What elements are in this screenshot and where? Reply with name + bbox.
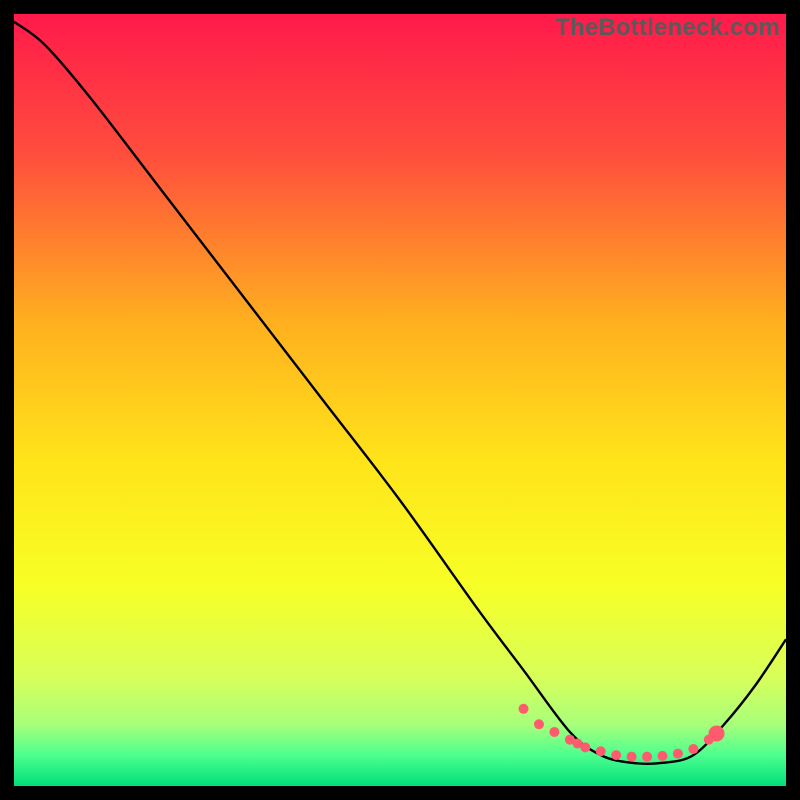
curve-marker (611, 750, 621, 760)
curve-marker (688, 744, 698, 754)
curve-marker (657, 751, 667, 761)
gradient-background (14, 14, 786, 786)
curve-marker (549, 727, 559, 737)
curve-marker (596, 746, 606, 756)
bottleneck-chart (14, 14, 786, 786)
curve-marker (642, 752, 652, 762)
watermark-text: TheBottleneck.com (555, 14, 780, 42)
curve-marker (534, 719, 544, 729)
chart-frame: TheBottleneck.com (14, 14, 786, 786)
curve-marker (627, 752, 637, 762)
curve-marker (519, 704, 529, 714)
curve-marker (709, 726, 725, 742)
curve-marker (673, 749, 683, 759)
curve-marker (580, 742, 590, 752)
